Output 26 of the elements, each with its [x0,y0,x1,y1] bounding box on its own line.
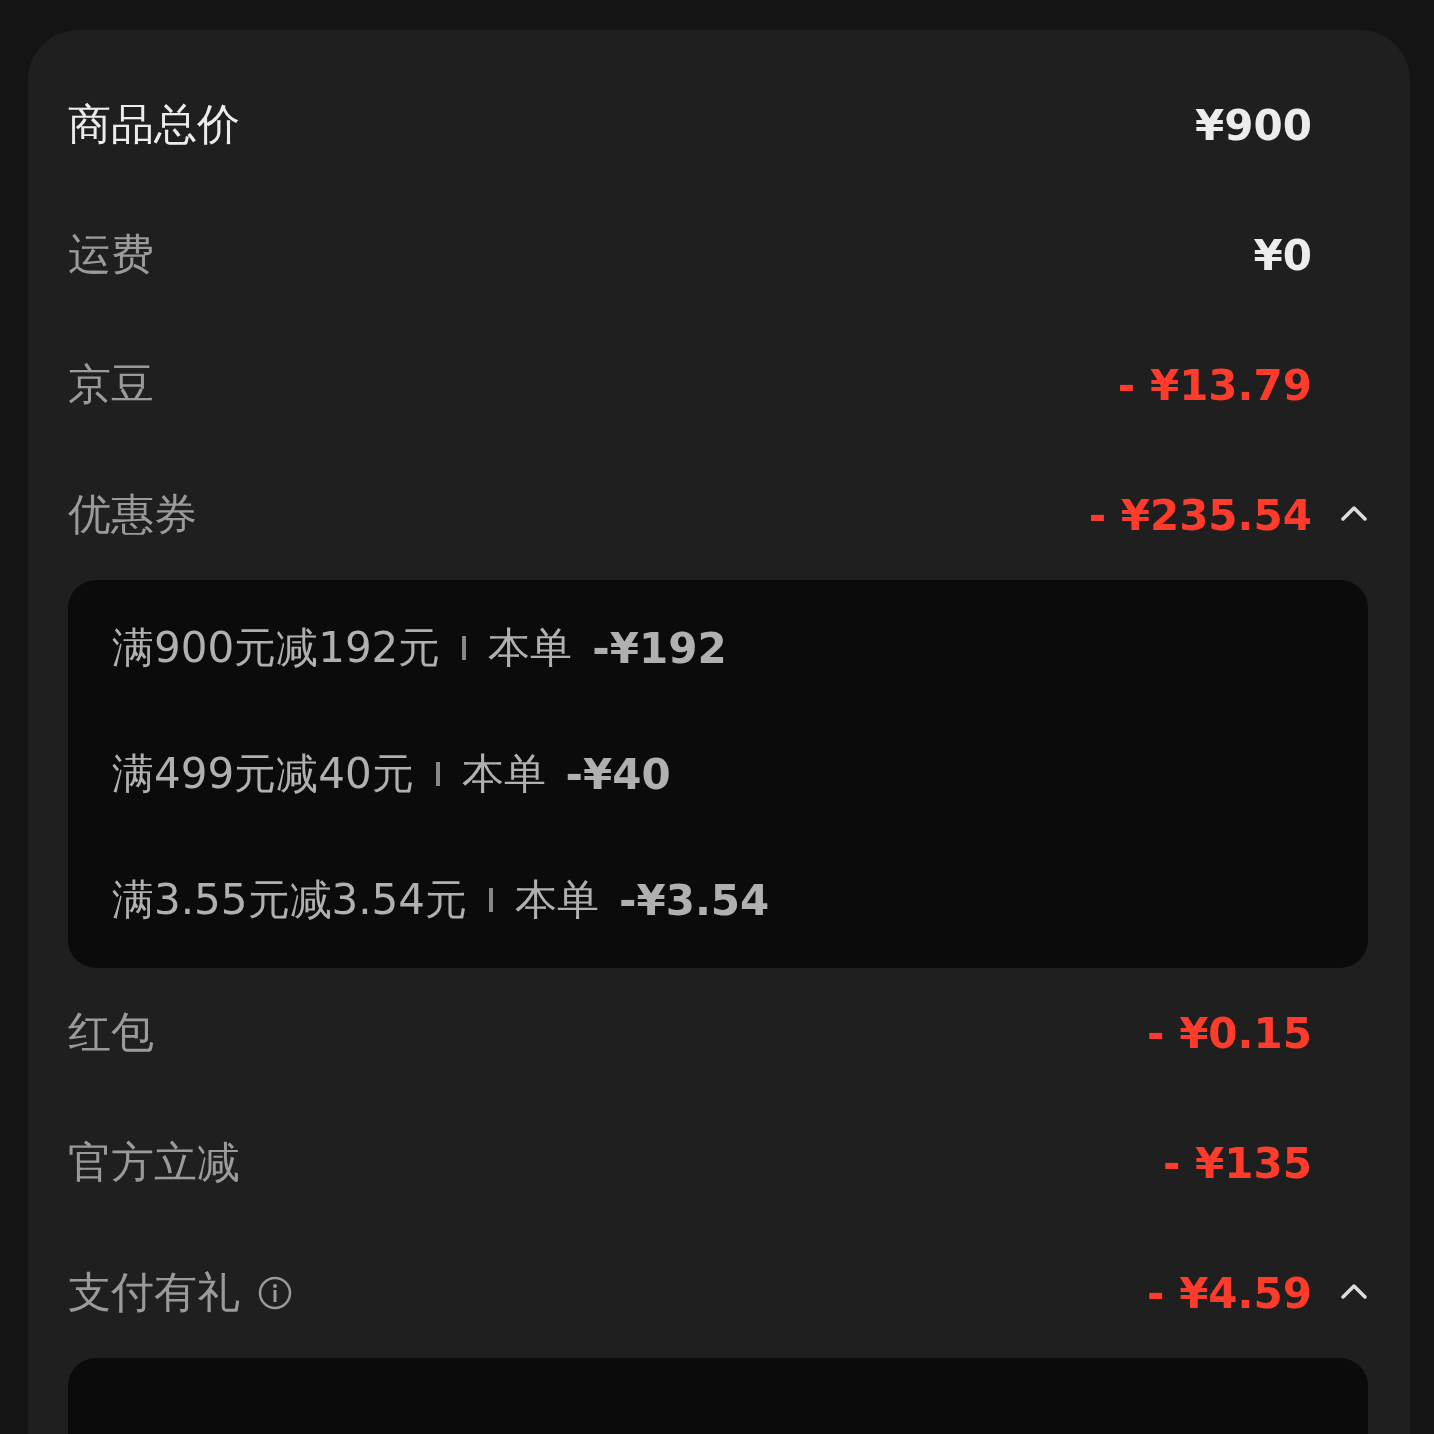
price-value: - ¥135 [1163,1138,1312,1188]
coupon-rule: 满3.55元减3.54元 [112,874,468,926]
coupon-amount: -¥3.54 [619,875,770,925]
price-value: ¥900 [1195,100,1312,150]
coupon-rule: 满499元减40元 [112,748,414,800]
price-label: 支付有礼 [68,1266,240,1319]
price-value: - ¥0.15 [1147,1008,1312,1058]
coupon-scope: 本单 [488,622,573,674]
price-label: 商品总价 [68,98,240,151]
info-icon[interactable] [258,1276,292,1310]
price-label: 京豆 [68,358,154,411]
coupon-scope: 本单 [515,874,600,926]
chevron-up-icon[interactable] [1340,1282,1368,1300]
price-label: 优惠券 [68,488,197,541]
coupon-rule: 满900元减192元 [112,622,441,674]
price-label: 红包 [68,1006,154,1059]
coupon-amount: -¥192 [592,623,727,673]
coupon-amount: -¥40 [565,749,671,799]
price-value: - ¥13.79 [1117,360,1312,410]
price-value: - ¥235.54 [1088,490,1312,540]
coupon-scope: 本单 [461,748,546,800]
price-label: 官方立减 [68,1136,240,1189]
chevron-up-icon[interactable] [1340,504,1368,522]
price-value: ¥0 [1253,230,1312,280]
price-label: 运费 [68,228,154,281]
price-value: - ¥4.59 [1147,1268,1312,1318]
